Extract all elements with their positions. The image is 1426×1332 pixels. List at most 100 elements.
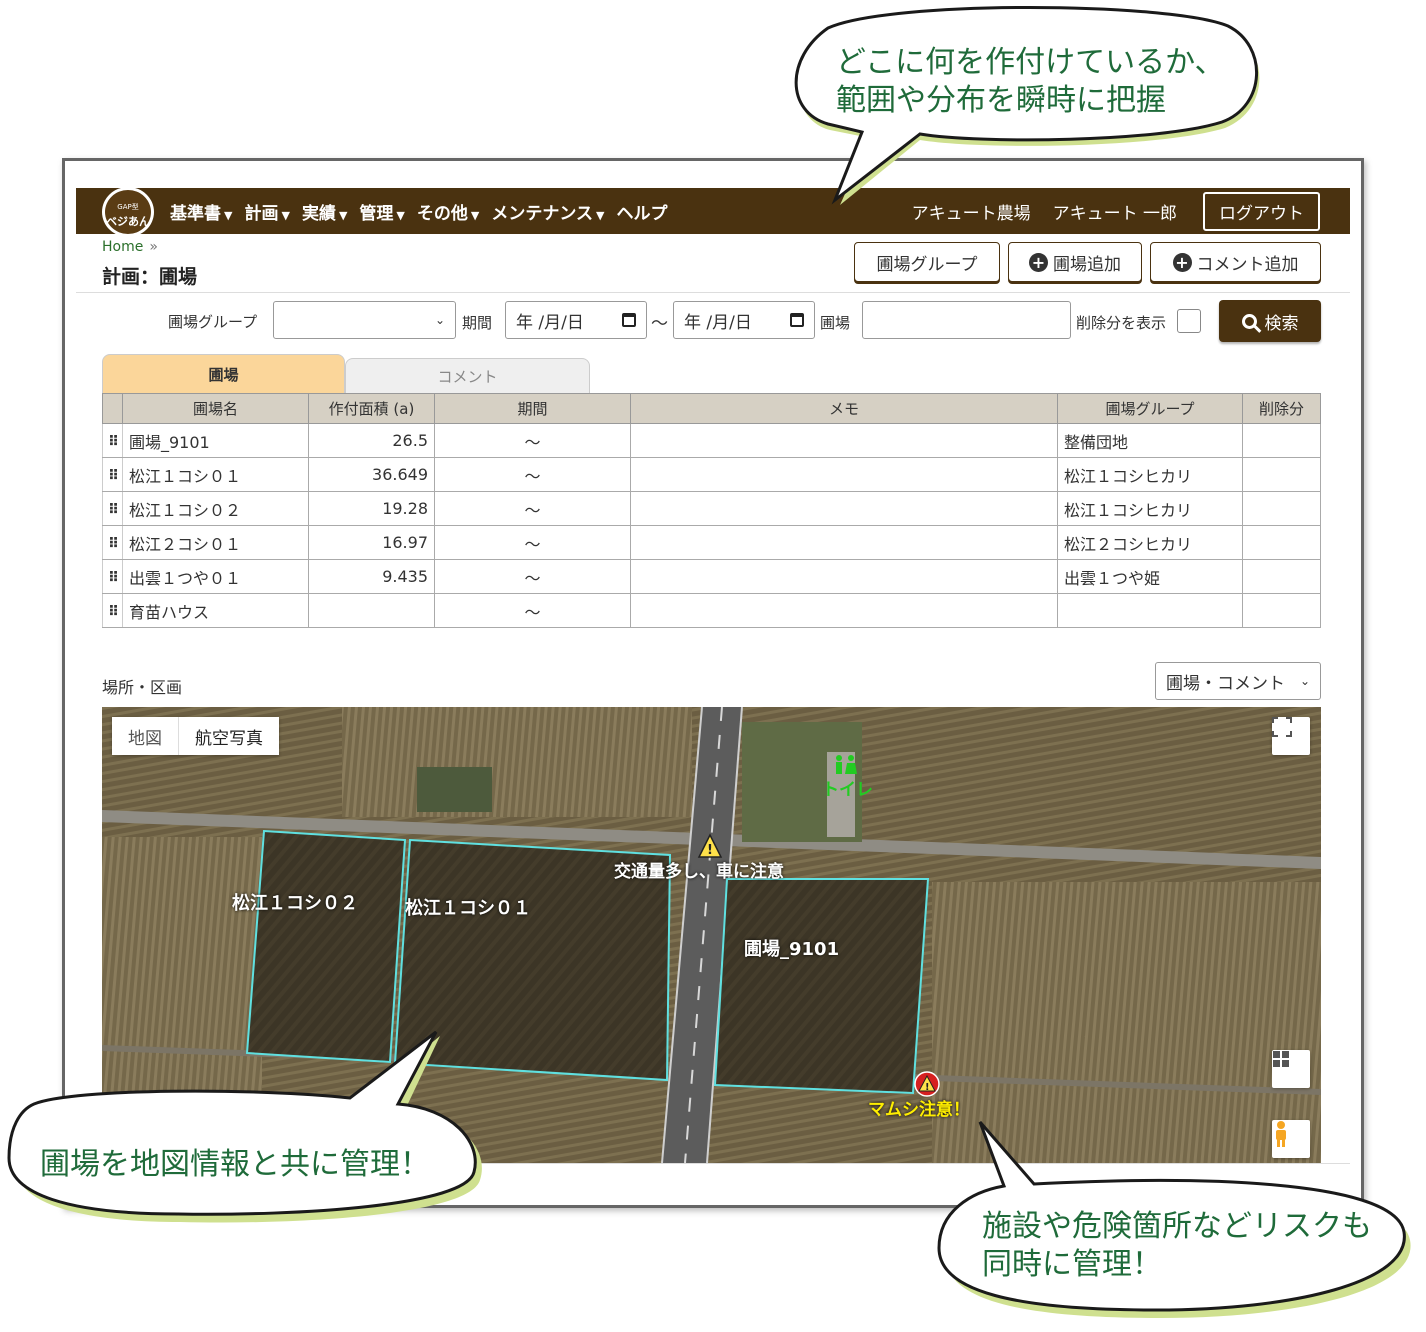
cell-field-name: 松江２コシ０１ bbox=[122, 525, 309, 560]
breadcrumb-home-link[interactable]: Home bbox=[102, 239, 143, 255]
cell-field-group: 出雲１つや姫 bbox=[1057, 559, 1243, 594]
logout-button[interactable]: ログアウト bbox=[1203, 191, 1320, 231]
grid-icon bbox=[1273, 1051, 1289, 1067]
cell-field-group: 松江１コシヒカリ bbox=[1057, 491, 1243, 526]
date-to-input[interactable]: 年 /月/日 bbox=[673, 301, 815, 339]
toilet-label[interactable]: トイレ bbox=[822, 775, 873, 800]
snake-warning-label[interactable]: マムシ注意！ bbox=[868, 1095, 970, 1120]
caret-down-icon: ▼ bbox=[596, 208, 605, 222]
drag-handle-icon[interactable]: ⠿ bbox=[108, 536, 119, 552]
table-row[interactable]: ⠿ 松江１コシ０１ 36.649 ～ 松江１コシヒカリ bbox=[102, 457, 1321, 492]
field-group-button[interactable]: 圃場グループ bbox=[854, 242, 1000, 282]
tab-fields[interactable]: 圃場 bbox=[102, 354, 345, 394]
cell-memo bbox=[630, 593, 1058, 628]
tab-comments[interactable]: コメント bbox=[345, 358, 590, 394]
fullscreen-icon bbox=[1272, 717, 1292, 737]
nav-menu: 基準書 ▼ 計画 ▼ 実績 ▼ 管理 ▼ その他 ▼ メンテナンス ▼ ヘルプ bbox=[170, 188, 679, 234]
fields-table: 圃場名 作付面積 (a) 期間 メモ 圃場グループ 削除分 ⠿ 圃場_9101 … bbox=[102, 393, 1321, 628]
cell-deleted bbox=[1242, 491, 1321, 526]
plus-circle-icon: + bbox=[1172, 252, 1192, 272]
cell-field-name: 出雲１つや０１ bbox=[122, 559, 309, 594]
caret-down-icon: ▼ bbox=[224, 208, 233, 222]
date-range-separator: ～ bbox=[651, 314, 668, 334]
cell-field-group: 整備団地 bbox=[1057, 423, 1243, 458]
cell-memo bbox=[630, 559, 1058, 594]
cell-field-name: 圃場_9101 bbox=[122, 423, 309, 458]
cell-memo bbox=[630, 491, 1058, 526]
add-field-button[interactable]: + 圃場追加 bbox=[1008, 242, 1142, 282]
cell-field-group: 松江１コシヒカリ bbox=[1057, 457, 1243, 492]
traffic-warning-label[interactable]: 交通量多し、車に注意 bbox=[614, 857, 784, 882]
map-type-roadmap[interactable]: 地図 bbox=[112, 717, 179, 755]
header-deleted[interactable]: 削除分 bbox=[1242, 393, 1321, 424]
nav-item-plan[interactable]: 計画 ▼ bbox=[244, 199, 289, 224]
nav-item-help[interactable]: ヘルプ bbox=[616, 199, 667, 224]
show-deleted-checkbox[interactable] bbox=[1177, 309, 1201, 333]
app-logo[interactable]: GAP型 ベジあん bbox=[102, 187, 154, 237]
drag-handle-icon[interactable]: ⠿ bbox=[108, 502, 119, 518]
map-type-toggle: 地図 航空写真 bbox=[112, 717, 279, 755]
header-memo[interactable]: メモ bbox=[630, 393, 1058, 424]
table-row[interactable]: ⠿ 圃場_9101 26.5 ～ 整備団地 bbox=[102, 423, 1321, 458]
right-bubble-text: 施設や危険箇所などリスクも 同時に管理！ bbox=[982, 1209, 1372, 1282]
field-name-label: 圃場 bbox=[820, 314, 851, 332]
plus-circle-icon: + bbox=[1029, 252, 1048, 272]
table-row[interactable]: ⠿ 松江１コシ０２ 19.28 ～ 松江１コシヒカリ bbox=[102, 491, 1321, 526]
search-button[interactable]: 検索 bbox=[1219, 300, 1321, 342]
aerial-imagery: ! ! bbox=[102, 707, 1321, 1163]
field-name-input[interactable] bbox=[862, 301, 1071, 339]
chevron-down-icon: ⌄ bbox=[1299, 674, 1310, 688]
svg-text:!: ! bbox=[925, 1082, 930, 1093]
svg-text:!: ! bbox=[707, 843, 713, 858]
drag-handle-icon[interactable]: ⠿ bbox=[108, 434, 119, 450]
cell-period: ～ bbox=[434, 491, 631, 526]
nav-item-standards[interactable]: 基準書 ▼ bbox=[170, 199, 232, 224]
header-field-name[interactable]: 圃場名 bbox=[122, 393, 309, 424]
cell-memo bbox=[630, 525, 1058, 560]
map-type-aerial[interactable]: 航空写真 bbox=[179, 717, 279, 755]
cell-area: 9.435 bbox=[308, 559, 435, 594]
search-icon bbox=[1241, 313, 1257, 329]
field-label-matsue1koshi01[interactable]: 松江１コシ０１ bbox=[405, 894, 531, 920]
map-view[interactable]: ! ! 地図 航空写真 松江１コシ０２ 松江１コシ０１ 圃場_9101 トイレ … bbox=[102, 707, 1321, 1163]
field-group-select[interactable]: ⌄ bbox=[273, 301, 456, 339]
header-field-group[interactable]: 圃場グループ bbox=[1057, 393, 1243, 424]
breadcrumb: Home» bbox=[102, 239, 158, 255]
map-layer-select[interactable]: 圃場・コメント ⌄ bbox=[1155, 662, 1321, 700]
street-view-button[interactable] bbox=[1272, 1120, 1310, 1158]
table-row[interactable]: ⠿ 育苗ハウス ～ bbox=[102, 593, 1321, 628]
period-label: 期間 bbox=[462, 314, 493, 332]
calendar-icon[interactable] bbox=[790, 313, 804, 327]
drag-handle-icon[interactable]: ⠿ bbox=[108, 570, 119, 586]
table-row[interactable]: ⠿ 松江２コシ０１ 16.97 ～ 松江２コシヒカリ bbox=[102, 525, 1321, 560]
table-header-row: 圃場名 作付面積 (a) 期間 メモ 圃場グループ 削除分 bbox=[102, 393, 1321, 424]
map-grid-button[interactable] bbox=[1272, 1050, 1310, 1088]
farm-name: アキュート農場 bbox=[911, 203, 1031, 224]
table-row[interactable]: ⠿ 出雲１つや０１ 9.435 ～ 出雲１つや姫 bbox=[102, 559, 1321, 594]
cell-period: ～ bbox=[434, 457, 631, 492]
divider bbox=[76, 292, 1350, 293]
header-area[interactable]: 作付面積 (a) bbox=[308, 393, 435, 424]
nav-item-other[interactable]: その他 ▼ bbox=[417, 199, 479, 224]
field-label-field9101[interactable]: 圃場_9101 bbox=[744, 935, 839, 961]
drag-handle-icon[interactable]: ⠿ bbox=[108, 468, 119, 484]
calendar-icon[interactable] bbox=[622, 313, 636, 327]
date-from-input[interactable]: 年 /月/日 bbox=[505, 301, 647, 339]
add-comment-button[interactable]: + コメント追加 bbox=[1150, 242, 1321, 282]
cell-deleted bbox=[1242, 559, 1321, 594]
caret-down-icon: ▼ bbox=[338, 208, 348, 222]
cell-deleted bbox=[1242, 423, 1321, 458]
drag-handle-icon[interactable]: ⠿ bbox=[108, 604, 119, 620]
header-period[interactable]: 期間 bbox=[434, 393, 631, 424]
cell-area: 26.5 bbox=[308, 423, 435, 458]
field-label-matsue1koshi02[interactable]: 松江１コシ０２ bbox=[232, 889, 358, 915]
header-handle bbox=[102, 393, 123, 424]
caret-down-icon: ▼ bbox=[281, 208, 290, 222]
cell-field-name: 松江１コシ０１ bbox=[122, 457, 309, 492]
user-name: アキュート 一郎 bbox=[1052, 203, 1177, 224]
cell-memo bbox=[630, 457, 1058, 492]
nav-item-manage[interactable]: 管理 ▼ bbox=[359, 199, 404, 224]
nav-item-results[interactable]: 実績 ▼ bbox=[302, 199, 347, 224]
fullscreen-button[interactable] bbox=[1272, 717, 1310, 755]
nav-item-maintenance[interactable]: メンテナンス ▼ bbox=[491, 199, 604, 224]
